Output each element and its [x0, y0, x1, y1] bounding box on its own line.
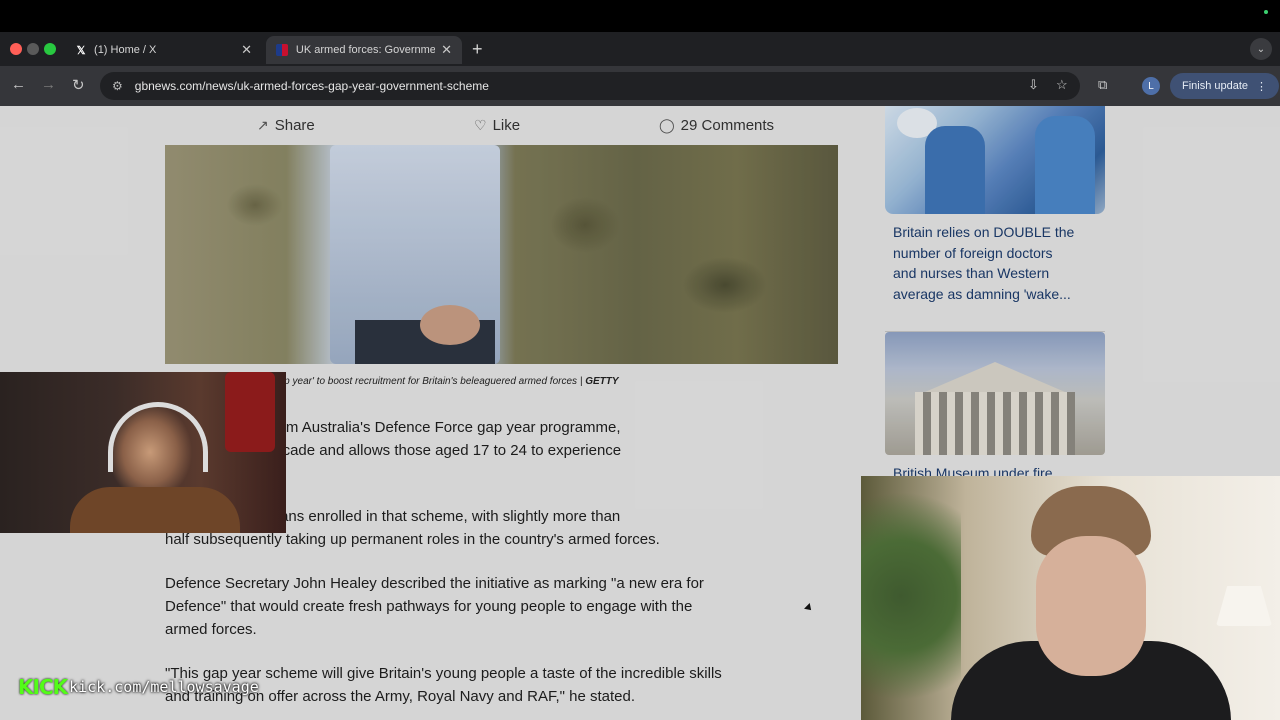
- article-actions: ↗ Share ♡ Like ◯ 29 Comments: [165, 106, 838, 144]
- more-menu-icon[interactable]: ⋮: [1256, 80, 1267, 93]
- share-label: Share: [274, 116, 315, 134]
- streamer-webcam-left: [0, 372, 286, 533]
- tab-title: (1) Home / X: [94, 44, 157, 56]
- reload-icon[interactable]: ↻: [72, 76, 85, 94]
- minimize-window-button[interactable]: [27, 43, 39, 55]
- site-settings-icon[interactable]: ⚙: [112, 79, 123, 93]
- close-window-button[interactable]: [10, 43, 22, 55]
- article-paragraph: Defence Secretary John Healey described …: [165, 575, 704, 638]
- finish-update-button[interactable]: Finish update ⋮: [1170, 73, 1280, 99]
- comments-label: 29 Comments: [680, 116, 775, 134]
- camera-indicator-icon: [1264, 10, 1268, 14]
- share-icon: ↗: [257, 116, 269, 133]
- forward-icon[interactable]: →: [41, 76, 56, 93]
- tab-title: UK armed forces: Governmen: [295, 44, 436, 56]
- headphones-icon: [108, 402, 208, 472]
- install-app-icon[interactable]: ⇩: [1028, 77, 1039, 93]
- tab-x-home[interactable]: 𝕏 (1) Home / X ✕: [66, 36, 262, 64]
- guest-webcam-right: [861, 476, 1280, 720]
- x-logo-icon: 𝕏: [76, 44, 86, 57]
- screen-top-bar: [0, 0, 1280, 32]
- tab-search-icon[interactable]: ⌄: [1250, 38, 1272, 60]
- like-label: Like: [492, 116, 521, 134]
- new-tab-icon[interactable]: +: [472, 39, 483, 60]
- close-tab-icon[interactable]: ✕: [241, 42, 252, 58]
- url-text: gbnews.com/news/uk-armed-forces-gap-year…: [134, 79, 489, 93]
- kick-logo: KICK: [18, 675, 68, 699]
- channel-url: kick.com/mellowsavage: [69, 678, 259, 696]
- maximize-window-button[interactable]: [44, 43, 56, 55]
- address-bar[interactable]: ⚙ gbnews.com/news/uk-armed-forces-gap-ye…: [100, 72, 1080, 100]
- share-button[interactable]: ↗ Share: [257, 117, 315, 134]
- profile-avatar[interactable]: L: [1142, 77, 1160, 95]
- heart-icon: ♡: [474, 116, 487, 133]
- caption-credit: GETTY: [585, 376, 619, 387]
- like-button[interactable]: ♡ Like: [474, 117, 520, 134]
- comment-bubble-icon: ◯: [659, 116, 675, 133]
- extensions-icon[interactable]: ⧉: [1098, 77, 1107, 93]
- tab-gbnews-article[interactable]: UK armed forces: Governmen ✕: [266, 36, 462, 64]
- gbnews-icon: [276, 44, 288, 56]
- comments-button[interactable]: ◯ 29 Comments: [659, 117, 774, 134]
- sidebar-story-image-museum[interactable]: [885, 332, 1105, 455]
- sidebar-story-title[interactable]: Britain relies on DOUBLE the number of f…: [893, 222, 1103, 304]
- back-icon[interactable]: ←: [11, 76, 26, 93]
- article-paragraph: "This gap year scheme will give Britain'…: [165, 665, 722, 705]
- article-hero-image: [165, 145, 838, 364]
- finish-update-label: Finish update: [1182, 80, 1249, 92]
- stream-channel-overlay: KICK kick.com/mellowsavage: [18, 675, 259, 699]
- sidebar-story-image-surgeons[interactable]: [885, 106, 1105, 214]
- close-tab-icon[interactable]: ✕: [441, 42, 452, 58]
- bookmark-star-icon[interactable]: ☆: [1056, 77, 1068, 93]
